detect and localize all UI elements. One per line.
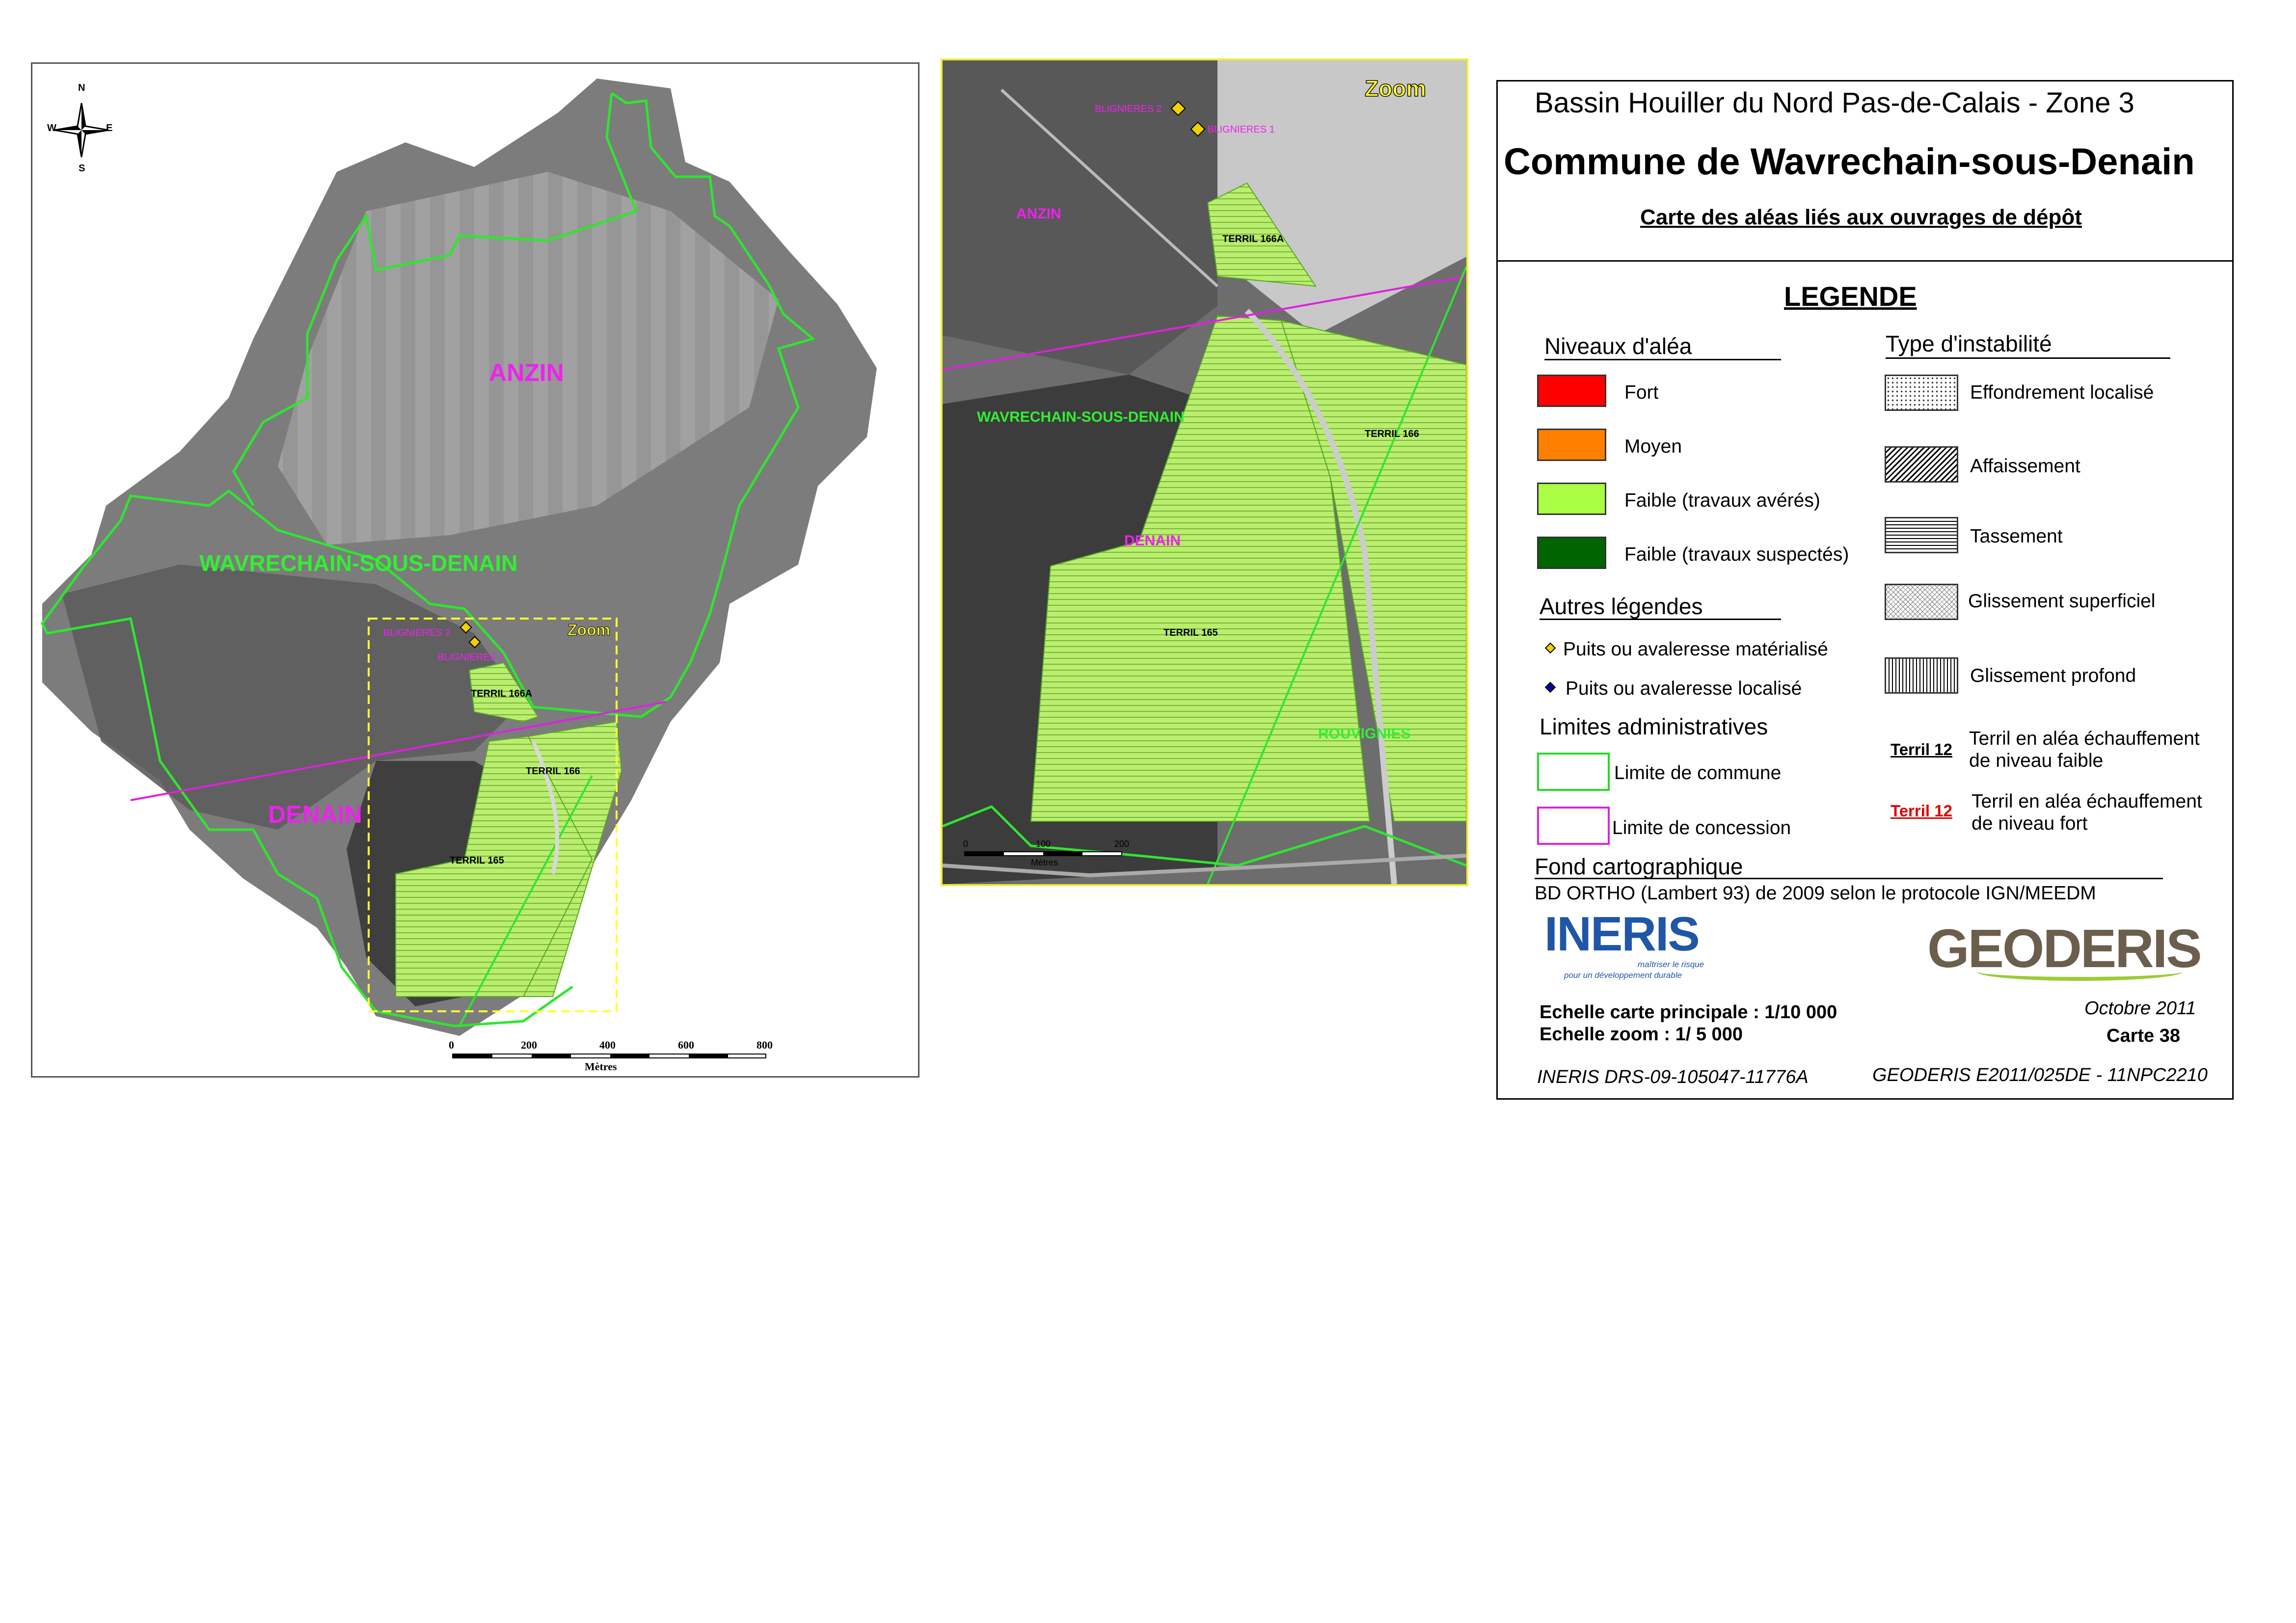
compass-s-label: S <box>79 163 85 174</box>
main-map-panel: N S E W ANZIN WAVRECHAIN-SOUS-DENAIN DEN… <box>31 62 919 1078</box>
zoom-scale-tick-0: 0 <box>963 839 969 849</box>
subtitle: Bassin Houiller du Nord Pas-de-Calais - … <box>1535 87 2134 119</box>
zoom-label-terril-166: TERRIL 166 <box>1365 429 1419 439</box>
hazard-heading-underline <box>1544 359 1781 360</box>
ineris-logo-text: INERIS <box>1544 907 1700 961</box>
instability-swatch-glissement-superficiel <box>1885 584 1958 620</box>
zoom-scale-tick-100: 100 <box>1036 839 1051 849</box>
zoom-label-denain: DENAIN <box>1124 533 1181 549</box>
zoom-label-zoom: Zoom <box>1364 75 1427 102</box>
instability-label-affaissement: Affaissement <box>1970 456 2080 477</box>
scale-tick-600: 600 <box>678 1039 694 1051</box>
label-blignieres-2: BLIGNIERES 2 <box>383 627 451 638</box>
instability-heading-underline <box>1886 357 2170 359</box>
title-box: Bassin Houiller du Nord Pas-de-Calais - … <box>1496 80 2234 262</box>
scale-zoom-text: Echelle zoom : 1/ 5 000 <box>1540 1024 1743 1045</box>
terril-fort-line2: de niveau fort <box>1972 813 2088 834</box>
zoom-label-anzin: ANZIN <box>1016 206 1061 222</box>
admin-label-concession: Limite de concession <box>1612 817 1791 839</box>
other-heading-underline <box>1540 619 1781 620</box>
zoom-label-blignieres-1: BLIGNIERES 1 <box>1208 124 1275 135</box>
hazard-swatch-moyen <box>1537 429 1606 461</box>
hazard-label-fort: Fort <box>1624 382 1659 403</box>
other-heading: Autres légendes <box>1540 594 1703 619</box>
terril-faible-line1: Terril en aléa échauffement <box>1969 728 2200 749</box>
hazard-swatch-fort <box>1537 375 1606 407</box>
instability-label-glissement-profond: Glissement profond <box>1970 665 2136 686</box>
label-blignieres-1: BLIGNIERES 1 <box>437 652 505 663</box>
hazard-label-moyen: Moyen <box>1624 436 1682 457</box>
zoom-map-svg <box>943 60 1466 884</box>
zoom-label-terril-166a: TERRIL 166A <box>1222 234 1284 244</box>
hazard-label-faible-suspectes: Faible (travaux suspectés) <box>1624 544 1849 565</box>
fond-heading-underline <box>1535 878 2163 879</box>
hazard-swatch-faible-averes <box>1537 483 1606 515</box>
label-wavrechain: WAVRECHAIN-SOUS-DENAIN <box>199 550 518 576</box>
instability-swatch-effondrement <box>1885 375 1958 411</box>
well-materialise-icon <box>1544 642 1556 654</box>
instability-label-effondrement: Effondrement localisé <box>1970 382 2154 403</box>
hazard-heading: Niveaux d'aléa <box>1544 333 1692 359</box>
fond-heading: Fond cartographique <box>1535 854 1743 879</box>
page-title: Commune de Wavrechain-sous-Denain <box>1504 141 2195 183</box>
legend-title: LEGENDE <box>1784 281 1917 312</box>
admin-swatch-concession <box>1537 807 1610 845</box>
hazard-label-faible-averes: Faible (travaux avérés) <box>1624 490 1820 511</box>
zoom-label-terril-165: TERRIL 165 <box>1163 627 1218 638</box>
label-terril-165: TERRIL 165 <box>450 855 504 866</box>
admin-swatch-commune <box>1537 753 1610 791</box>
scale-tick-400: 400 <box>599 1039 616 1051</box>
ineris-logo: INERIS maîtriser le risque pour un dével… <box>1544 910 1721 983</box>
zoom-label-blignieres-2: BLIGNIERES 2 <box>1095 104 1162 114</box>
well-materialise-label: Puits ou avaleresse matérialisé <box>1563 639 1828 660</box>
scale-main-text: Echelle carte principale : 1/10 000 <box>1540 1002 1837 1023</box>
ineris-tagline-1: maîtriser le risque <box>1638 960 1704 969</box>
instability-heading: Type d'instabilité <box>1886 331 2052 356</box>
terril-tag-faible: Terril 12 <box>1891 740 1952 758</box>
zoom-label-wavrechain: WAVRECHAIN-SOUS-DENAIN <box>977 409 1185 425</box>
compass-rose-icon <box>54 103 109 158</box>
instability-label-glissement-superficiel: Glissement superficiel <box>1968 591 2156 612</box>
scale-unit-label: Mètres <box>585 1060 617 1073</box>
instability-swatch-tassement <box>1885 517 1958 553</box>
well-localise-icon <box>1544 681 1556 693</box>
ref-geoderis: GEODERIS E2011/025DE - 11NPC2210 <box>1872 1065 2208 1085</box>
carte-number: Carte 38 <box>2107 1026 2180 1046</box>
label-terril-166a: TERRIL 166A <box>471 688 533 699</box>
compass-e-label: E <box>106 123 113 134</box>
terril-fort-line1: Terril en aléa échauffement <box>1972 791 2202 812</box>
map-title: Carte des aléas liés aux ouvrages de dép… <box>1640 205 2082 229</box>
compass-n-label: N <box>78 82 85 93</box>
zoom-scale-unit: Mètres <box>1031 858 1058 867</box>
geoderis-green-arc <box>1976 962 2183 981</box>
geoderis-logo: GEODERIS <box>1927 922 2202 986</box>
admin-heading: Limites administratives <box>1540 714 1768 739</box>
ref-ineris: INERIS DRS-09-105047-11776A <box>1537 1067 1809 1087</box>
compass-w-label: W <box>47 123 56 134</box>
fond-text: BD ORTHO (Lambert 93) de 2009 selon le p… <box>1535 883 2096 904</box>
hazard-swatch-faible-suspectes <box>1537 537 1606 569</box>
date-text: Octobre 2011 <box>2084 998 2196 1019</box>
label-terril-166: TERRIL 166 <box>526 766 580 777</box>
scale-tick-800: 800 <box>756 1039 773 1051</box>
zoom-scale-tick-200: 200 <box>1114 839 1130 849</box>
label-anzin: ANZIN <box>489 359 564 386</box>
zoom-scale-bar <box>964 851 1122 856</box>
well-localise-label: Puits ou avaleresse localisé <box>1566 678 1802 699</box>
label-zoom: Zoom <box>567 621 611 639</box>
main-scale-bar <box>452 1054 766 1058</box>
instability-swatch-affaissement <box>1885 446 1958 483</box>
zoom-label-rouvignies: ROUVIGNIES <box>1318 726 1411 742</box>
instability-label-tassement: Tassement <box>1970 526 2063 547</box>
instability-swatch-glissement-profond <box>1885 657 1958 694</box>
legend-box: LEGENDE Niveaux d'aléa Fort Moyen Faible… <box>1496 260 2234 1100</box>
label-denain: DENAIN <box>268 801 362 828</box>
zoom-map-panel: Zoom BLIGNIERES 2 BLIGNIERES 1 ANZIN TER… <box>941 58 1468 886</box>
terril-faible-line2: de niveau faible <box>1969 750 2104 771</box>
admin-label-commune: Limite de commune <box>1614 762 1782 784</box>
ineris-tagline-2: pour un développement durable <box>1564 971 1682 980</box>
scale-tick-200: 200 <box>521 1039 537 1051</box>
terril-tag-fort: Terril 12 <box>1891 802 1952 820</box>
scale-tick-0: 0 <box>449 1039 454 1051</box>
